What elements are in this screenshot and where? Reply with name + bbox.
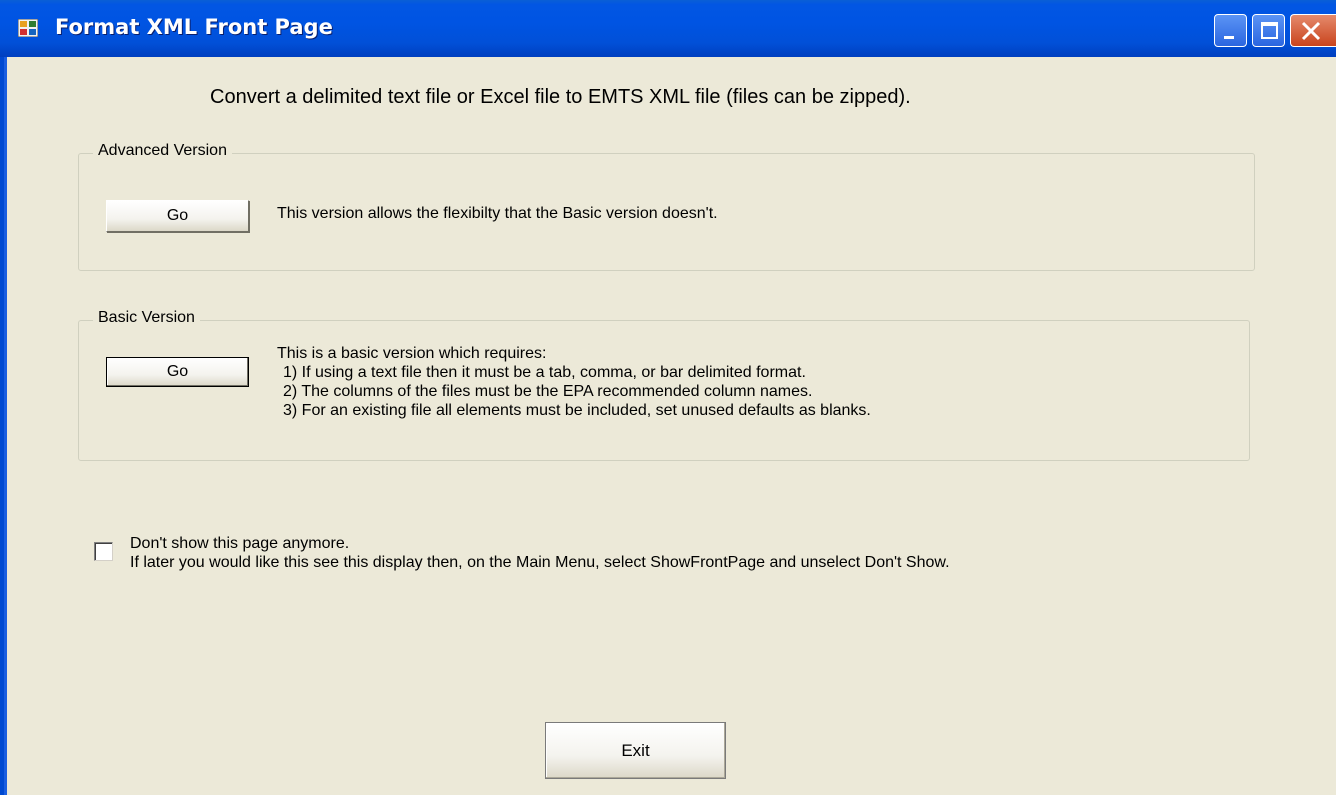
dont-show-checkbox[interactable] [94, 542, 113, 561]
exit-button[interactable]: Exit [545, 722, 726, 779]
window-frame-left [0, 57, 7, 795]
close-icon [1301, 21, 1321, 41]
advanced-description: This version allows the flexibilty that … [277, 205, 718, 222]
basic-intro-line: This is a basic version which requires: [277, 345, 547, 362]
maximize-icon [1261, 22, 1278, 39]
basic-go-button[interactable]: Go [106, 357, 249, 387]
advanced-version-legend: Advanced Version [93, 142, 232, 160]
basic-requirement-3: 3) For an existing file all elements mus… [283, 402, 871, 419]
minimize-icon [1224, 36, 1234, 39]
title-bar[interactable]: Format XML Front Page [0, 0, 1336, 57]
basic-requirements: This is a basic version which requires: … [277, 344, 871, 420]
basic-requirement-1: 1) If using a text file then it must be … [283, 364, 806, 381]
page-header: Convert a delimited text file or Excel f… [210, 86, 911, 108]
advanced-go-button[interactable]: Go [106, 200, 249, 232]
window-title: Format XML Front Page [55, 15, 333, 39]
dont-show-text: Don't show this page anymore. If later y… [130, 534, 950, 572]
minimize-button[interactable] [1214, 14, 1247, 47]
basic-version-legend: Basic Version [93, 309, 200, 327]
app-window-icon [18, 19, 38, 37]
dont-show-note: If later you would like this see this di… [130, 554, 950, 571]
close-button[interactable] [1290, 14, 1336, 47]
basic-requirement-2: 2) The columns of the files must be the … [283, 383, 813, 400]
dont-show-label[interactable]: Don't show this page anymore. [130, 534, 950, 553]
maximize-button[interactable] [1252, 14, 1285, 47]
